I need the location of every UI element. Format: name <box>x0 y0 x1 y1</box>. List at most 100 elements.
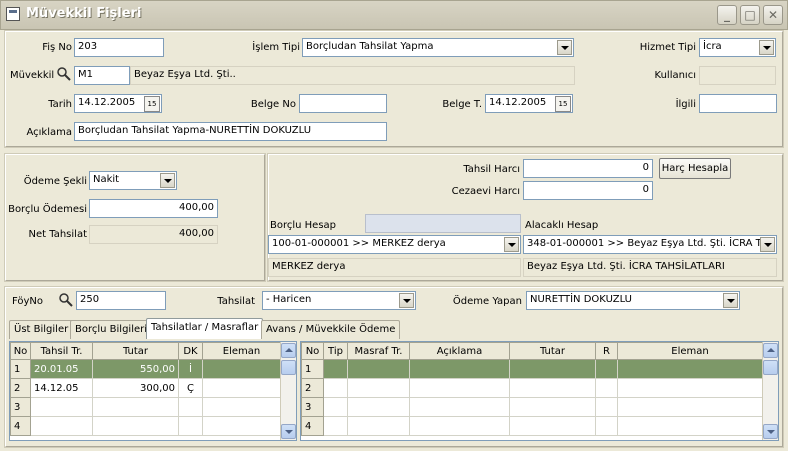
tab-borclu-bilgileri[interactable]: Borçlu Bilgileri <box>70 320 153 339</box>
borclu-hesap-select[interactable]: 100-01-000001 >> MERKEZ derya <box>268 235 521 254</box>
odeme-sekli-select[interactable]: Nakit <box>89 171 177 190</box>
muvekkil-code-field[interactable]: M1 <box>74 66 130 85</box>
table-cell[interactable] <box>92 397 179 417</box>
table-cell[interactable] <box>509 416 596 436</box>
table-cell[interactable] <box>595 397 618 417</box>
borclu-odemesi-field[interactable]: 400,00 <box>89 199 218 218</box>
table-cell[interactable] <box>347 416 410 436</box>
scroll-up-icon[interactable] <box>281 343 296 358</box>
table-cell[interactable] <box>409 416 510 436</box>
scroll-down-icon[interactable] <box>281 424 296 439</box>
table-row[interactable]: 3 <box>10 397 281 417</box>
calendar-icon[interactable]: 15 <box>555 96 571 112</box>
table-cell[interactable] <box>92 416 179 436</box>
column-header[interactable]: Tip <box>323 342 348 360</box>
column-header[interactable]: Tutar <box>92 342 179 360</box>
fis-no-field[interactable]: 203 <box>74 38 164 57</box>
table-cell[interactable] <box>617 359 763 379</box>
table-cell[interactable] <box>617 397 763 417</box>
column-header[interactable]: No <box>301 342 324 360</box>
table-cell[interactable]: 550,00 <box>92 359 179 379</box>
search-icon[interactable] <box>57 67 71 81</box>
scroll-up-icon[interactable] <box>763 343 778 358</box>
table-cell[interactable] <box>323 397 348 417</box>
alacakli-hesap-select[interactable]: 348-01-000001 >> Beyaz Eşya Ltd. Şti. İC… <box>523 235 777 254</box>
islem-tipi-select[interactable]: Borçludan Tahsilat Yapma <box>302 38 574 57</box>
chevron-down-icon[interactable] <box>760 237 775 252</box>
scrollbar[interactable] <box>762 342 778 440</box>
table-cell[interactable] <box>617 416 763 436</box>
table-cell[interactable] <box>595 359 618 379</box>
table-cell[interactable] <box>509 397 596 417</box>
table-cell[interactable] <box>178 416 203 436</box>
table-cell[interactable] <box>509 378 596 398</box>
table-cell[interactable] <box>595 416 618 436</box>
table-row[interactable]: 1 20.01.05 550,00 İ <box>10 359 281 379</box>
table-row[interactable]: 3 <box>301 397 763 417</box>
calendar-icon[interactable]: 15 <box>144 96 160 112</box>
table-cell[interactable] <box>202 378 281 398</box>
table-row[interactable]: 1 <box>301 359 763 379</box>
table-cell[interactable] <box>30 416 93 436</box>
table-cell[interactable] <box>202 397 281 417</box>
chevron-down-icon[interactable] <box>557 40 572 55</box>
chevron-down-icon[interactable] <box>160 173 175 188</box>
table-row[interactable]: 2 <box>301 378 763 398</box>
aciklama-field[interactable]: Borçludan Tahsilat Yapma-NURETTİN DOKUZL… <box>74 122 387 141</box>
table-cell[interactable] <box>323 359 348 379</box>
chevron-down-icon[interactable] <box>399 293 414 308</box>
table-cell[interactable] <box>202 359 281 379</box>
harc-hesapla-button[interactable]: Harç Hesapla <box>659 158 731 179</box>
table-row[interactable]: 4 <box>301 416 763 436</box>
table-cell[interactable]: İ <box>178 359 203 379</box>
table-cell[interactable] <box>409 397 510 417</box>
tab-tahsilatlar-masraflar[interactable]: Tahsilatlar / Masraflar <box>146 318 264 339</box>
masraf-grid[interactable]: No Tip Masraf Tr. Açıklama Tutar R Elema… <box>300 341 779 441</box>
close-button[interactable]: ✕ <box>763 5 783 25</box>
hizmet-tipi-select[interactable]: İcra <box>699 38 776 57</box>
scroll-thumb[interactable] <box>763 360 778 375</box>
foy-no-field[interactable]: 250 <box>76 291 166 310</box>
cezaevi-harci-field[interactable]: 0 <box>523 181 653 200</box>
tab-avans-muvekkile-odeme[interactable]: Avans / Müvekkile Ödeme <box>261 320 401 339</box>
scroll-thumb[interactable] <box>281 360 296 375</box>
table-cell[interactable] <box>409 378 510 398</box>
column-header[interactable]: Eleman <box>617 342 763 360</box>
table-cell[interactable]: 300,00 <box>92 378 179 398</box>
belge-no-field[interactable] <box>299 94 387 113</box>
scrollbar[interactable] <box>280 342 296 440</box>
column-header[interactable]: R <box>595 342 618 360</box>
column-header[interactable]: Masraf Tr. <box>347 342 410 360</box>
column-header[interactable]: Açıklama <box>409 342 510 360</box>
tahsilat-grid[interactable]: No Tahsil Tr. Tutar DK Eleman 1 20.01.05… <box>9 341 297 441</box>
table-cell[interactable] <box>595 378 618 398</box>
table-cell[interactable] <box>323 378 348 398</box>
column-header[interactable]: DK <box>178 342 203 360</box>
odeme-yapan-select[interactable]: NURETTİN DOKUZLU <box>526 291 740 310</box>
chevron-down-icon[interactable] <box>723 293 738 308</box>
table-cell[interactable] <box>178 397 203 417</box>
table-cell[interactable] <box>323 416 348 436</box>
table-cell[interactable] <box>617 378 763 398</box>
tahsil-harci-field[interactable]: 0 <box>523 159 653 178</box>
chevron-down-icon[interactable] <box>504 237 519 252</box>
column-header[interactable]: Tahsil Tr. <box>30 342 93 360</box>
minimize-button[interactable]: _ <box>717 5 737 25</box>
table-cell[interactable]: Ç <box>178 378 203 398</box>
table-cell[interactable] <box>30 397 93 417</box>
scroll-down-icon[interactable] <box>763 424 778 439</box>
table-cell[interactable]: 14.12.05 <box>30 378 93 398</box>
search-icon[interactable] <box>59 293 73 307</box>
column-header[interactable]: Eleman <box>202 342 281 360</box>
table-cell[interactable] <box>347 397 410 417</box>
maximize-button[interactable]: □ <box>740 5 760 25</box>
chevron-down-icon[interactable] <box>759 40 774 55</box>
table-cell[interactable] <box>202 416 281 436</box>
column-header[interactable]: No <box>10 342 31 360</box>
table-cell[interactable] <box>509 359 596 379</box>
table-cell[interactable] <box>409 359 510 379</box>
column-header[interactable]: Tutar <box>509 342 596 360</box>
table-row[interactable]: 2 14.12.05 300,00 Ç <box>10 378 281 398</box>
ilgili-field[interactable] <box>699 94 777 113</box>
table-row[interactable]: 4 <box>10 416 281 436</box>
